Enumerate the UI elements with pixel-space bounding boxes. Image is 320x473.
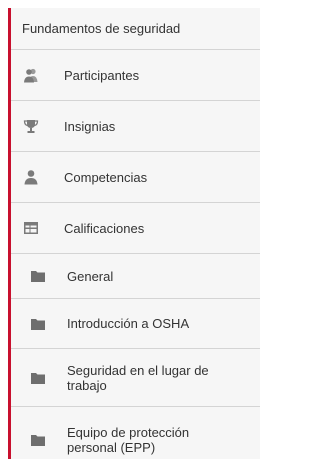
section-ppe[interactable]: Equipo de protección personal (EPP) [11,407,260,473]
table-icon [23,220,39,236]
section-osha-intro[interactable]: Introducción a OSHA [11,299,260,349]
nav-item-label: Participantes [64,67,140,83]
folder-icon [31,372,45,384]
section-workplace-safety[interactable]: Seguridad en el lugar de trabajo [11,349,260,407]
section-label: Equipo de protección personal (EPP) [67,425,190,455]
nav-item-competencies[interactable]: Competencias [11,152,260,203]
folder-icon [31,434,45,446]
section-label: Introducción a OSHA [67,316,190,331]
nav-item-label: Competencias [64,169,148,185]
nav-item-grades[interactable]: Calificaciones [11,203,260,254]
trophy-icon [23,118,39,134]
section-label: Seguridad en el lugar de trabajo [67,362,209,393]
folder-icon [31,318,45,330]
nav-item-badges[interactable]: Insignias [11,101,260,152]
section-general[interactable]: General [11,254,260,299]
folder-icon [31,270,45,282]
nav-item-label: Insignias [64,118,116,134]
course-navigation: Fundamentos de seguridad Participantes I… [8,8,260,459]
course-title: Fundamentos de seguridad [22,21,181,36]
nav-item-participants[interactable]: Participantes [11,50,260,101]
section-label: General [67,268,114,284]
nav-item-label: Calificaciones [64,220,145,236]
users-icon [23,67,39,83]
course-title-link[interactable]: Fundamentos de seguridad [11,8,260,50]
user-icon [23,169,39,185]
